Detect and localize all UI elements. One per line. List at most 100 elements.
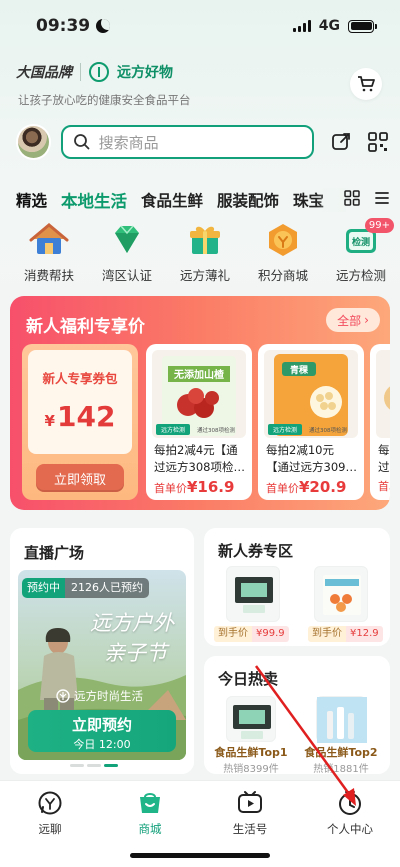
brand-name: 远方好物 <box>117 65 173 81</box>
nav-profile[interactable]: 个人中心 <box>300 789 400 837</box>
hot-sales-count: 热销1881件 <box>313 764 369 774</box>
product-price: 首单 <box>378 478 390 494</box>
quick-entry-label: 远方检测 <box>335 268 386 283</box>
newcomer-coupon-zone-card[interactable]: 新人券专区 到手价 ¥99.9 到手价 ¥12.9 <box>204 528 390 646</box>
price-label: 首单价 <box>266 482 299 495</box>
hot-today-title: 今日热卖 <box>218 670 279 688</box>
newcomer-promo-banner: 新人福利专享价 全部 › 新人专享券包 ¥142 立即领取 无添加山楂 远方检测… <box>10 296 390 510</box>
scan-button[interactable] <box>365 129 390 155</box>
gem-icon <box>106 220 148 260</box>
promo-product-card[interactable]: 无添加山楂 远方检测 通过308项检测 每拍2减4元【通 过远方308项检… 首… <box>146 344 252 500</box>
newcomer-coupon-pack[interactable]: 新人专享券包 ¥142 立即领取 <box>22 344 138 500</box>
tab-apparel[interactable]: 服装配饰 <box>217 189 279 211</box>
brand-logo: 大国品牌 <box>16 65 72 81</box>
coupon-zone-price-tag: 到手价 ¥12.9 <box>308 626 383 642</box>
promo-product-card[interactable]: 青稞 远方检测 通过308项检测 每拍2减10元 【通过远方309… 首单价¥2… <box>258 344 364 500</box>
price-value: ¥20.9 <box>299 478 347 496</box>
nav-label: 远聊 <box>38 822 62 836</box>
quick-entry-consumer-aid[interactable]: 消费帮扶 <box>10 220 88 286</box>
search-input[interactable]: 搜索商品 <box>60 125 315 159</box>
hot-product-image[interactable] <box>316 696 367 743</box>
status-indicators: 4G <box>292 18 377 34</box>
nav-life-channel[interactable]: 生活号 <box>200 789 300 837</box>
image-caption-text: 通过308项检测 <box>197 426 235 434</box>
status-bar: 09:39 4G <box>0 0 400 52</box>
house-icon <box>28 220 70 260</box>
live-title: 直播广场 <box>24 544 85 562</box>
tab-local-life[interactable]: 本地生活 <box>61 188 127 212</box>
cart-button[interactable] <box>350 68 382 100</box>
search-icon <box>73 134 90 150</box>
chat-icon <box>38 791 62 815</box>
product-title-line: 过远 <box>378 460 390 474</box>
quick-entry-bay-area-cert[interactable]: 湾区认证 <box>88 220 166 286</box>
product-title-line: 每拍2减10元 <box>266 443 334 457</box>
notification-badge: 99+ <box>364 218 394 233</box>
carousel-indicator <box>70 764 118 767</box>
menu-icon[interactable] <box>374 190 390 206</box>
hot-today-card[interactable]: 今日热卖 食品生鲜Top1 热销8399件 食品生鲜Top2 热销1881件 <box>204 656 390 774</box>
nav-chat[interactable]: 远聊 <box>0 789 100 837</box>
qrcode-icon <box>367 132 388 152</box>
signal-icon <box>292 20 311 32</box>
view-all-label: 全部 <box>337 313 362 328</box>
promo-product-card-partial[interactable]: 每拍 过远 首单 <box>370 344 390 500</box>
quick-entry-testing[interactable]: 检测 99+ 远方检测 <box>322 218 400 286</box>
nav-label: 商城 <box>138 822 162 836</box>
coupon-zone-title: 新人券专区 <box>218 542 294 560</box>
tab-food-fresh[interactable]: 食品生鲜 <box>141 189 203 211</box>
coupon-zone-product-image[interactable] <box>226 566 280 622</box>
moon-icon <box>96 19 111 33</box>
coupon-amount-value: 142 <box>56 400 116 433</box>
reserve-now-button[interactable]: 立即预约 今日 12:00 <box>28 710 176 752</box>
product-title-line: 【通过远方309… <box>266 460 357 474</box>
coupon-zone-product-image[interactable] <box>314 566 368 622</box>
product-image-label: 青稞 <box>290 364 309 376</box>
profile-icon <box>339 791 361 815</box>
reservation-tag: 预约中 2126人已预约 <box>22 578 149 598</box>
quick-entry-label: 积分商城 <box>257 268 308 283</box>
price-label: 到手价 <box>308 626 346 642</box>
chevron-right-icon: › <box>364 313 369 327</box>
product-image-barley: 青稞 远方检测 通过308项检测 <box>264 350 358 438</box>
quick-entry-label: 远方薄礼 <box>179 268 230 283</box>
coupon-amount: ¥142 <box>22 400 138 433</box>
tab-selected-picks[interactable]: 精选 <box>16 189 47 211</box>
test-icon-label: 检测 <box>352 236 370 248</box>
product-image-partial <box>376 350 390 438</box>
promo-view-all-button[interactable]: 全部 › <box>326 308 380 332</box>
share-button[interactable] <box>328 129 353 155</box>
coupon-zone-price-tag: 到手价 ¥99.9 <box>214 626 289 642</box>
product-title-line: 每拍 <box>378 443 390 457</box>
claim-coupon-button[interactable]: 立即领取 <box>36 464 124 492</box>
quick-entry-points-mall[interactable]: 积分商城 <box>244 220 322 286</box>
hot-rank: 食品生鲜Top1 热销8399件 <box>211 744 291 774</box>
hot-rank-label: 食品生鲜Top2 <box>304 746 378 759</box>
product-title-line: 每拍2减4元【通 <box>154 443 238 457</box>
hot-product-image[interactable] <box>226 696 276 742</box>
product-title: 每拍2减4元【通 过远方308项检… <box>154 442 248 476</box>
currency-symbol: ¥ <box>44 412 55 430</box>
gift-icon <box>184 220 226 260</box>
live-brand: 远方时尚生活 <box>56 688 143 704</box>
reserve-button-time: 今日 12:00 <box>73 738 131 751</box>
price-label: 到手价 <box>214 626 252 642</box>
promo-title: 新人福利专享价 <box>26 317 145 337</box>
grid-icon[interactable] <box>344 190 360 206</box>
time-text: 09:39 <box>36 16 91 36</box>
price-value: ¥99.9 <box>252 626 289 642</box>
reservation-status: 预约中 <box>22 578 65 598</box>
nav-shop[interactable]: 商城 <box>100 789 200 837</box>
nav-label: 个人中心 <box>327 822 373 836</box>
coupon-title: 新人专享券包 <box>42 371 118 386</box>
hot-rank: 食品生鲜Top2 热销1881件 <box>301 744 381 774</box>
brand-mark-icon <box>56 689 70 703</box>
quick-entry-label: 消费帮扶 <box>23 268 74 283</box>
price-label: 首单 <box>378 480 390 493</box>
quick-entry-gift[interactable]: 远方薄礼 <box>166 220 244 286</box>
brand-divider <box>80 63 81 81</box>
tab-tools <box>344 190 390 206</box>
search-row: 搜索商品 <box>16 122 390 162</box>
live-cover[interactable]: 预约中 2126人已预约 远方户外 亲子节 远方时尚生活 立即预约 今日 12:… <box>18 570 186 760</box>
avatar[interactable] <box>16 124 51 160</box>
